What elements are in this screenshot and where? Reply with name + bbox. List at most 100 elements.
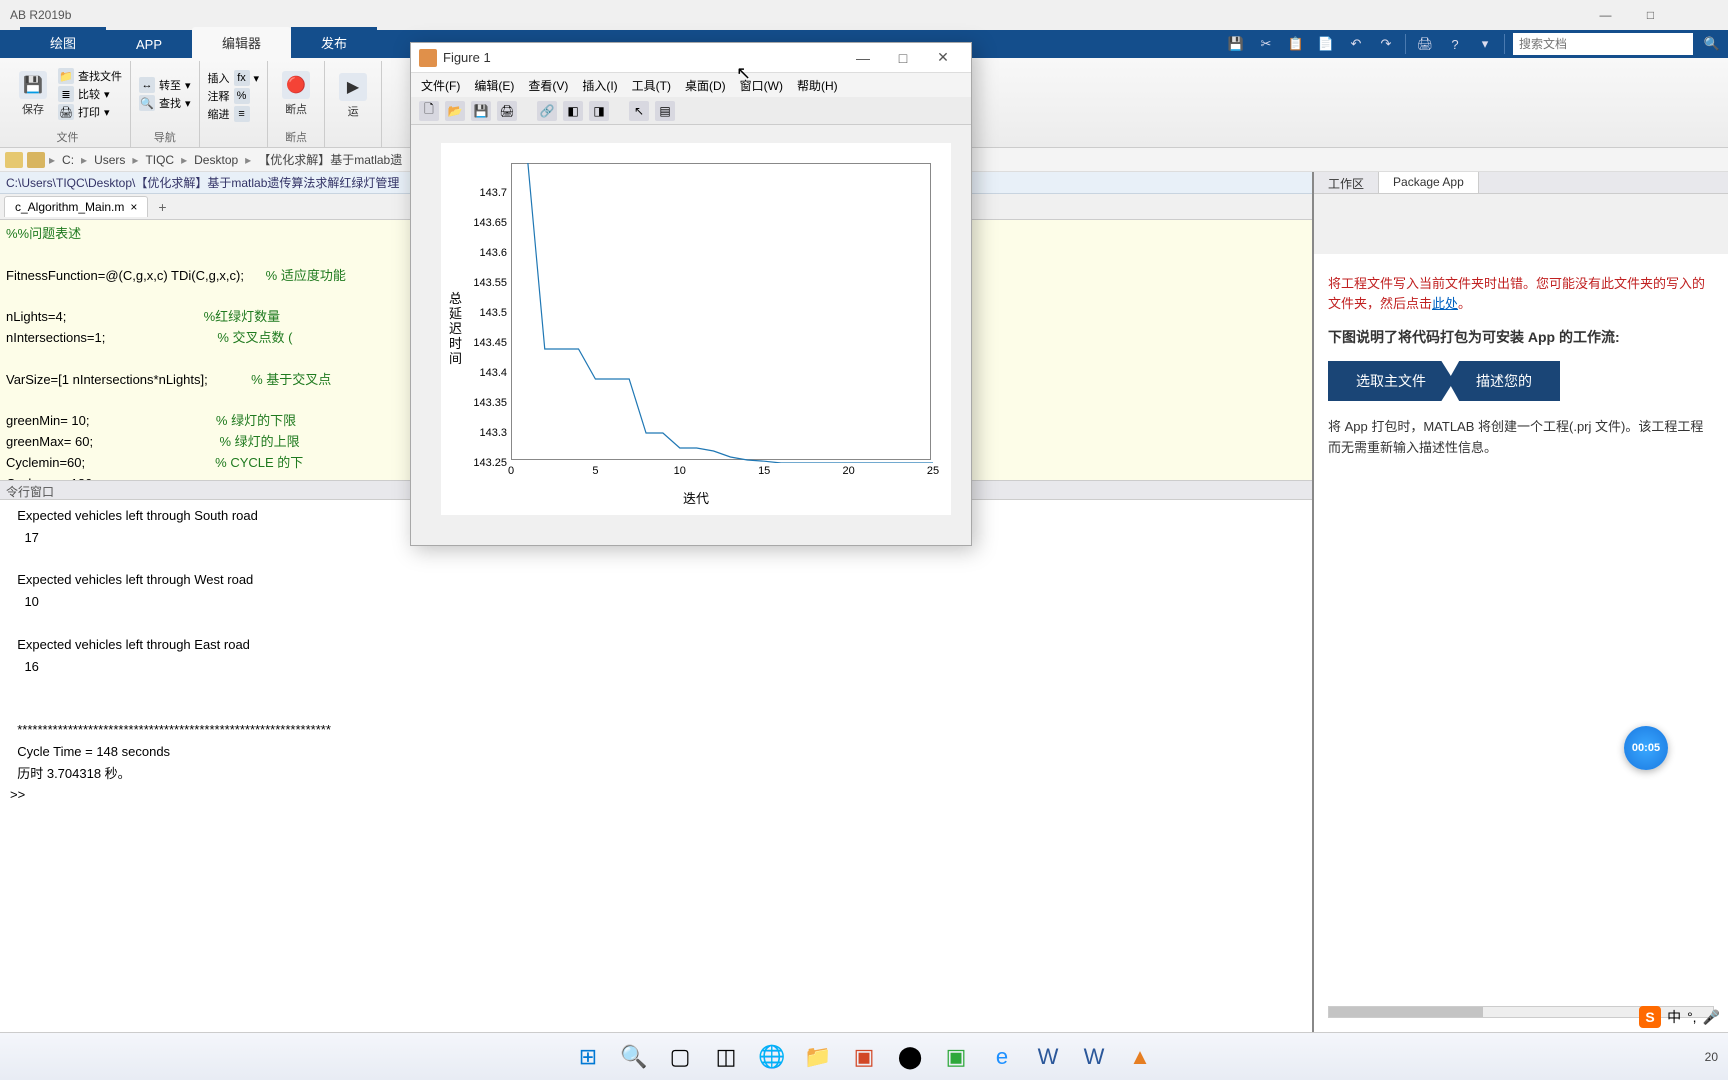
ribbon-group-breakpoints: 🔴 断点 断点 bbox=[268, 61, 325, 147]
save-button[interactable]: 💾 保存 bbox=[13, 68, 53, 120]
edge-icon[interactable]: 🌐 bbox=[752, 1037, 792, 1077]
print-icon[interactable]: 🖨 bbox=[1414, 33, 1436, 55]
package-app-body: 将工程文件写入当前文件夹时出错。您可能没有此文件夹的写入的文件夹，然后点击此处。… bbox=[1314, 254, 1728, 1032]
print-button[interactable]: 🖨打印 ▾ bbox=[58, 104, 122, 120]
copy-icon[interactable]: 📋 bbox=[1285, 33, 1307, 55]
menu-edit[interactable]: 编辑(E) bbox=[474, 77, 514, 94]
error-message: 将工程文件写入当前文件夹时出错。您可能没有此文件夹的写入的文件夹，然后点击此处。 bbox=[1328, 274, 1714, 313]
workflow-description: 将 App 打包时，MATLAB 将创建一个工程(.prj 文件)。该工程工程而… bbox=[1328, 417, 1714, 459]
workflow-heading: 下图说明了将代码打包为可安装 App 的工作流: bbox=[1328, 327, 1714, 347]
menu-tools[interactable]: 工具(T) bbox=[632, 77, 671, 94]
search-icon[interactable]: 🔍 bbox=[1701, 33, 1723, 55]
ie-icon[interactable]: e bbox=[982, 1037, 1022, 1077]
menu-insert[interactable]: 插入(I) bbox=[582, 77, 617, 94]
open-icon[interactable]: 📂 bbox=[445, 101, 465, 121]
figure-window[interactable]: Figure 1 — □ ✕ 文件(F) 编辑(E) 查看(V) 插入(I) 工… bbox=[410, 42, 972, 546]
step-select-main[interactable]: 选取主文件 bbox=[1328, 361, 1454, 401]
ime-lang[interactable]: 中 bbox=[1667, 1007, 1681, 1027]
dock-icon[interactable]: ◨ bbox=[589, 101, 609, 121]
find-icon: 🔍 bbox=[139, 95, 155, 111]
ribbon-group-edit: 插入 fx ▾ 注释 % 缩进 ≡ bbox=[200, 61, 269, 147]
figure-titlebar[interactable]: Figure 1 — □ ✕ bbox=[411, 43, 971, 73]
ribbon-group-nav: ↔转至 ▾ 🔍查找 ▾ 导航 bbox=[131, 61, 200, 147]
find-button[interactable]: 🔍查找 ▾ bbox=[139, 95, 191, 111]
tab-editor[interactable]: 编辑器 bbox=[192, 27, 291, 58]
word-icon[interactable]: W bbox=[1028, 1037, 1068, 1077]
tab-plot[interactable]: 绘图 bbox=[20, 27, 106, 58]
mic-icon[interactable]: 🎤 bbox=[1703, 1009, 1720, 1026]
file-tab[interactable]: c_Algorithm_Main.m × bbox=[4, 196, 148, 217]
indent-button[interactable]: 缩进 ≡ bbox=[208, 106, 260, 122]
play-icon: ▶ bbox=[339, 73, 367, 101]
find-files-button[interactable]: 📁查找文件 bbox=[58, 68, 122, 84]
goto-button[interactable]: ↔转至 ▾ bbox=[139, 77, 191, 93]
menu-file[interactable]: 文件(F) bbox=[421, 77, 460, 94]
menu-help[interactable]: 帮助(H) bbox=[797, 77, 838, 94]
help-icon[interactable]: ? bbox=[1444, 33, 1466, 55]
link-icon[interactable]: 🔗 bbox=[537, 101, 557, 121]
compare-button[interactable]: ≣比较 ▾ bbox=[58, 86, 122, 102]
menu-desktop[interactable]: 桌面(D) bbox=[685, 77, 726, 94]
figure-maximize[interactable]: □ bbox=[883, 50, 923, 66]
insert-button[interactable]: 插入 fx ▾ bbox=[208, 70, 260, 86]
breakpoints-button[interactable]: 🔴 断点 bbox=[276, 68, 316, 120]
figure-toolbar: 🗋 📂 💾 🖨 🔗 ◧ ◨ ↖ ▤ bbox=[411, 97, 971, 125]
close-button[interactable] bbox=[1673, 0, 1718, 30]
browser-icon[interactable]: ⬤ bbox=[890, 1037, 930, 1077]
close-icon[interactable]: × bbox=[130, 200, 137, 214]
error-link[interactable]: 此处 bbox=[1432, 296, 1458, 311]
plot-area[interactable]: 总延迟时间 迭代 143.25143.3143.35143.4143.45143… bbox=[441, 143, 951, 515]
tab-package-app[interactable]: Package App bbox=[1379, 172, 1479, 193]
dock-icon[interactable]: ◧ bbox=[563, 101, 583, 121]
ime-punct[interactable]: °, bbox=[1687, 1009, 1697, 1025]
cut-icon[interactable]: ✂ bbox=[1255, 33, 1277, 55]
comment-button[interactable]: 注释 % bbox=[208, 88, 260, 104]
fx-icon: fx bbox=[234, 70, 250, 86]
search-button[interactable]: 🔍 bbox=[614, 1037, 654, 1077]
ime-status: S 中 °, 🎤 bbox=[1631, 1002, 1728, 1032]
save-icon[interactable]: 💾 bbox=[471, 101, 491, 121]
figure-close[interactable]: ✕ bbox=[923, 49, 963, 66]
tab-workspace[interactable]: 工作区 bbox=[1314, 172, 1379, 193]
ppt-icon[interactable]: ▣ bbox=[844, 1037, 884, 1077]
x-label: 迭代 bbox=[683, 488, 709, 507]
dropdown-icon[interactable]: ▾ bbox=[1474, 33, 1496, 55]
undo-icon[interactable]: ↶ bbox=[1345, 33, 1367, 55]
system-tray[interactable]: 20 bbox=[1705, 1050, 1718, 1064]
ribbon-group-run: ▶ 运 bbox=[325, 61, 382, 147]
paste-icon[interactable]: 📄 bbox=[1315, 33, 1337, 55]
minimize-button[interactable]: — bbox=[1583, 0, 1628, 30]
redo-icon[interactable]: ↷ bbox=[1375, 33, 1397, 55]
legend-icon[interactable]: ▤ bbox=[655, 101, 675, 121]
search-input[interactable] bbox=[1513, 33, 1693, 55]
word-icon[interactable]: W bbox=[1074, 1037, 1114, 1077]
titlebar: AB R2019b — □ bbox=[0, 0, 1728, 30]
menu-view[interactable]: 查看(V) bbox=[528, 77, 568, 94]
explorer-icon[interactable]: 📁 bbox=[798, 1037, 838, 1077]
percent-icon: % bbox=[234, 88, 250, 104]
compare-icon: ≣ bbox=[58, 86, 74, 102]
tab-app[interactable]: APP bbox=[106, 31, 192, 58]
figure-menu: 文件(F) 编辑(E) 查看(V) 插入(I) 工具(T) 桌面(D) 窗口(W… bbox=[411, 73, 971, 97]
run-button[interactable]: ▶ 运 bbox=[333, 70, 373, 122]
matlab-icon[interactable]: ▲ bbox=[1120, 1037, 1160, 1077]
save-icon[interactable]: 💾 bbox=[1225, 33, 1247, 55]
find-files-icon: 📁 bbox=[58, 68, 74, 84]
maximize-button[interactable]: □ bbox=[1628, 0, 1673, 30]
command-window[interactable]: Expected vehicles left through South roa… bbox=[0, 500, 1312, 1032]
step-describe[interactable]: 描述您的 bbox=[1448, 361, 1560, 401]
sogou-icon[interactable]: S bbox=[1639, 1006, 1661, 1028]
new-figure-icon[interactable]: 🗋 bbox=[419, 101, 439, 121]
breakpoint-icon: 🔴 bbox=[282, 71, 310, 99]
figure-minimize[interactable]: — bbox=[843, 50, 883, 66]
pointer-icon[interactable]: ↖ bbox=[629, 101, 649, 121]
widgets-button[interactable]: ◫ bbox=[706, 1037, 746, 1077]
print-icon[interactable]: 🖨 bbox=[497, 101, 517, 121]
new-tab-button[interactable]: + bbox=[150, 196, 174, 218]
menu-window[interactable]: 窗口(W) bbox=[740, 77, 783, 94]
taskbar: ⊞ 🔍 ▢ ◫ 🌐 📁 ▣ ⬤ ▣ e W W ▲ 20 bbox=[0, 1032, 1728, 1080]
start-button[interactable]: ⊞ bbox=[568, 1037, 608, 1077]
tab-publish[interactable]: 发布 bbox=[291, 27, 377, 58]
task-view-button[interactable]: ▢ bbox=[660, 1037, 700, 1077]
wechat-icon[interactable]: ▣ bbox=[936, 1037, 976, 1077]
